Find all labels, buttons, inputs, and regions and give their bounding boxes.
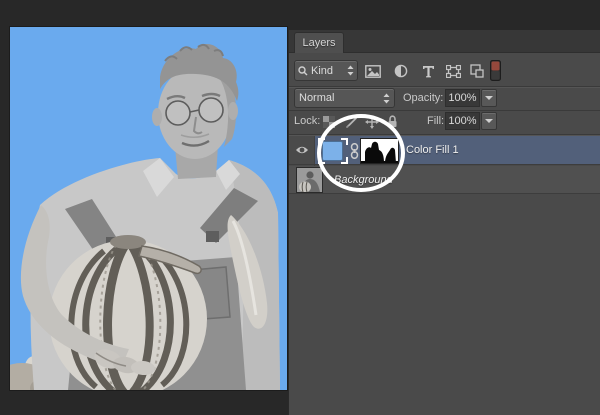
fill-value-field[interactable]: 100%	[445, 112, 480, 130]
filter-toggle-switch[interactable]	[489, 59, 501, 82]
type-layer-filter-icon	[422, 65, 435, 78]
lock-position-icon	[365, 115, 379, 129]
panel-tab-strip: Layers	[289, 30, 600, 53]
selection-bracket	[318, 157, 325, 164]
filter-toggle-icon	[490, 60, 501, 81]
filter-type-layers-button[interactable]	[416, 61, 440, 81]
layer-row-color-fill-1[interactable]: Color Fill 1	[289, 136, 600, 165]
color-fill-swatch	[322, 141, 343, 161]
divider	[289, 110, 600, 111]
filter-shape-layers-button[interactable]	[441, 61, 465, 81]
opacity-value-field[interactable]: 100%	[445, 89, 480, 107]
lock-transparency-button[interactable]	[320, 113, 338, 130]
selection-bracket	[341, 157, 348, 164]
mask-link-toggle[interactable]	[349, 142, 360, 160]
eye-icon	[295, 145, 309, 155]
chevron-down-icon	[485, 96, 493, 100]
layer-name: Background	[334, 166, 393, 193]
farmer-photo-illustration	[10, 27, 287, 390]
filter-pixel-layers-button[interactable]	[361, 61, 385, 81]
background-thumbnail-image	[297, 168, 322, 192]
shape-layer-filter-icon	[446, 65, 461, 78]
lock-row: Lock: Fill: 100%	[289, 112, 600, 134]
blend-row: Normal Opacity: 100%	[289, 88, 600, 110]
background-layer-thumbnail[interactable]	[296, 167, 323, 193]
fill-label: Fill:	[427, 115, 444, 127]
smart-object-filter-icon	[470, 64, 484, 78]
opacity-dropdown-button[interactable]	[481, 89, 497, 107]
filter-kind-dropdown[interactable]: Kind	[294, 60, 358, 81]
layer-mask-thumbnail[interactable]	[360, 138, 399, 164]
spinner-arrows-icon	[347, 65, 354, 76]
filter-adjustment-layers-button[interactable]	[389, 61, 413, 81]
pixel-layer-filter-icon	[365, 65, 381, 78]
link-icon	[350, 143, 359, 159]
layer-filter-row: Kind	[289, 54, 600, 87]
fill-dropdown-button[interactable]	[481, 112, 497, 130]
filter-kind-label: Kind	[311, 65, 344, 77]
layer-row-background[interactable]: Background	[289, 166, 600, 194]
search-icon	[298, 66, 308, 76]
layers-list: Color Fill 1 Background	[289, 136, 600, 415]
layer-name: Color Fill 1	[406, 136, 459, 164]
document-canvas[interactable]	[10, 27, 287, 390]
visibility-toggle-color-fill[interactable]	[293, 144, 311, 156]
lock-pixels-icon	[345, 115, 358, 128]
lock-pixels-button[interactable]	[342, 113, 360, 130]
lock-all-icon	[387, 115, 398, 128]
adjustment-layer-filter-icon	[394, 64, 408, 78]
filter-smart-objects-button[interactable]	[465, 61, 489, 81]
opacity-label: Opacity:	[403, 92, 443, 104]
tab-layers[interactable]: Layers	[294, 32, 344, 53]
blend-mode-dropdown[interactable]: Normal	[294, 88, 395, 108]
spinner-arrows-icon	[383, 93, 390, 104]
mask-silhouette	[361, 139, 398, 163]
color-fill-thumbnail[interactable]	[318, 138, 348, 164]
chevron-down-icon	[485, 119, 493, 123]
blend-mode-value: Normal	[299, 92, 383, 104]
lock-label: Lock:	[294, 115, 320, 127]
selection-bracket	[318, 138, 325, 145]
lock-position-button[interactable]	[363, 113, 381, 130]
layer-row-main[interactable]: Color Fill 1	[315, 136, 600, 164]
layers-panel: Layers Kind	[288, 30, 600, 415]
lock-all-button[interactable]	[383, 113, 401, 130]
lock-transparency-icon	[323, 116, 335, 128]
selection-bracket	[341, 138, 348, 145]
